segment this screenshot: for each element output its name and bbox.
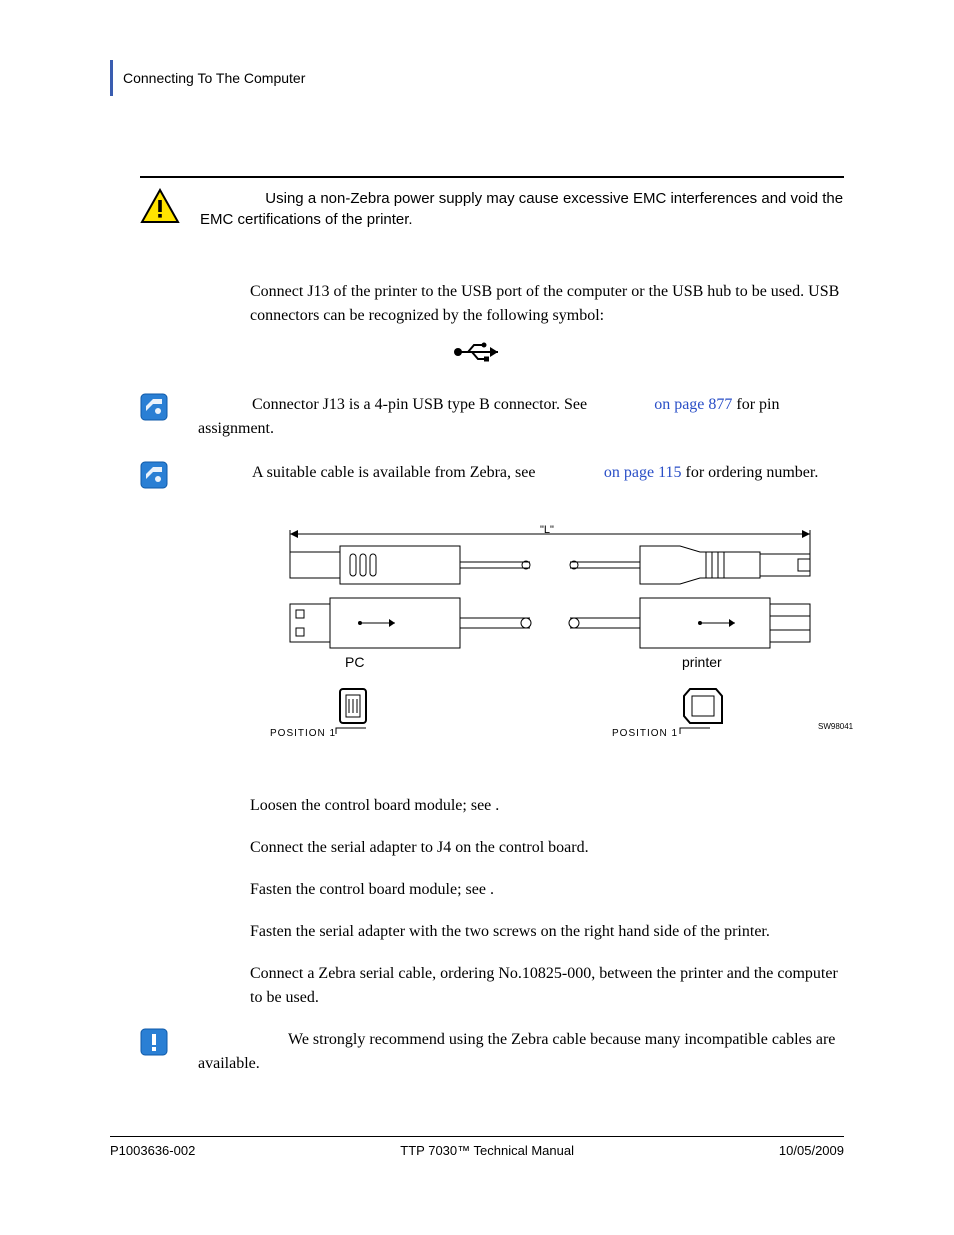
serial-steps: Loosen the control board module; see . C… [250,794,844,1010]
usb-cable-figure: "L" PC printer POSITION 1 POSITION 1 SW9… [250,524,850,754]
important-icon [140,1028,168,1061]
footer-center: TTP 7030™ Technical Manual [400,1143,574,1158]
usb-paragraph: Connect J13 of the printer to the USB po… [250,280,844,328]
page-header: Connecting To The Computer [110,60,844,96]
caution-icon [140,188,180,229]
note-text: Connector J13 is a 4-pin USB type B conn… [198,393,844,441]
step-1: Loosen the control board module; see . [250,794,844,818]
caution-text: Caution • Using a non-Zebra power supply… [200,188,844,230]
important-text: We strongly recommend using the Zebra ca… [198,1028,844,1076]
fig-pos1-left: POSITION 1 [270,728,336,739]
note-icon [140,393,168,426]
step-3: Fasten the control board module; see . [250,878,844,902]
note-text: A suitable cable is available from Zebra… [198,461,844,485]
caution-callout: Caution • Using a non-Zebra power supply… [140,188,844,230]
footer-right: 10/05/2009 [779,1143,844,1158]
fig-pc-label: PC [345,654,364,670]
note1-link[interactable]: on page 877 [654,396,732,413]
divider [140,176,844,178]
caution-body: Using a non-Zebra power supply may cause… [200,190,843,228]
step-2: Connect the serial adapter to J4 on the … [250,836,844,860]
fig-printer-label: printer [682,654,722,670]
note2-after: for ordering number. [681,464,818,481]
important-callout: We strongly recommend using the Zebra ca… [140,1028,844,1076]
note2-before: A suitable cable is available from Zebra… [252,464,539,481]
step-4: Fasten the serial adapter with the two s… [250,920,844,944]
header-accent-bar [110,60,113,96]
page-footer: P1003636-002 TTP 7030™ Technical Manual … [110,1143,844,1158]
note-cable: A suitable cable is available from Zebra… [140,461,844,494]
footer-divider [110,1136,844,1137]
usb-symbol [110,340,844,369]
footer-left: P1003636-002 [110,1143,195,1158]
note-connector: Connector J13 is a 4-pin USB type B conn… [140,393,844,441]
fig-pos1-right: POSITION 1 [612,728,678,739]
section-title: Connecting To The Computer [123,70,305,86]
fig-code: SW98041 [818,722,853,731]
note1-before: Connector J13 is a 4-pin USB type B conn… [252,396,591,413]
step-5: Connect a Zebra serial cable, ordering N… [250,962,844,1010]
note-icon [140,461,168,494]
fig-length-label: "L" [540,524,554,536]
note2-link[interactable]: on page 115 [604,464,682,481]
